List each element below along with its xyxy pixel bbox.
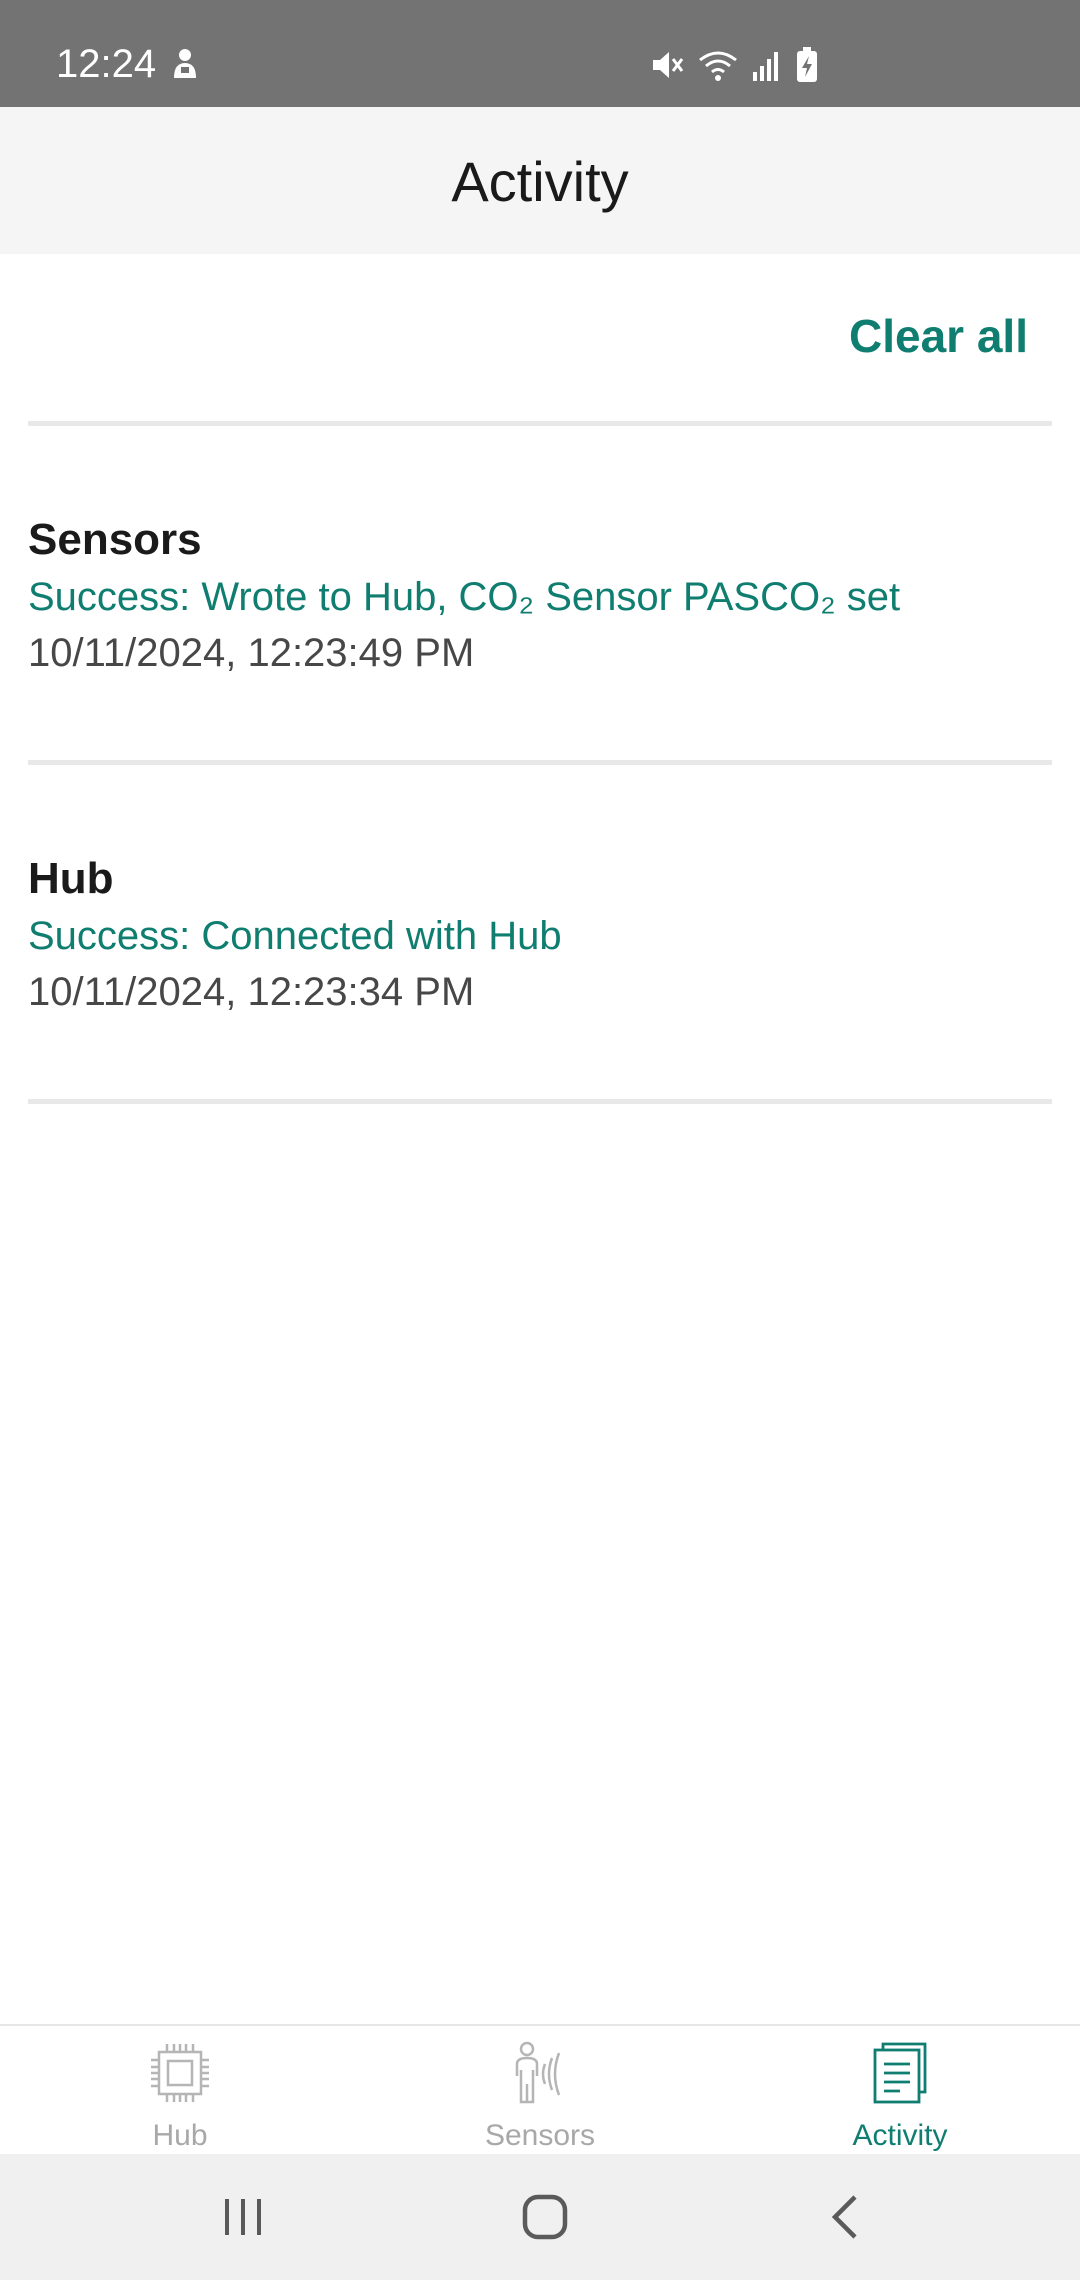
- activity-entry-timestamp: 10/11/2024, 12:23:49 PM: [28, 631, 475, 675]
- chip-icon: [151, 2044, 209, 2102]
- divider: [28, 421, 1052, 426]
- status-bar: 12:24: [0, 0, 1080, 107]
- bottom-nav: Hub Sensors Activity: [0, 2024, 1080, 2156]
- screen: 12:24 Activity Clear all Sensors Success…: [0, 0, 1080, 2280]
- divider: [28, 760, 1052, 765]
- page-title: Activity: [451, 150, 629, 213]
- recents-icon[interactable]: [208, 2182, 278, 2252]
- system-nav-bar: [0, 2154, 1080, 2280]
- clear-all-button[interactable]: Clear all: [849, 308, 1028, 364]
- activity-entry-title: Hub: [28, 854, 114, 903]
- status-time: 12:24: [56, 42, 157, 86]
- activity-entry: Hub Success: Connected with Hub 10/11/20…: [28, 853, 1052, 1017]
- mute-icon: [653, 52, 684, 78]
- status-icons: [650, 46, 818, 84]
- nav-label-sensors: Sensors: [484, 2119, 596, 2152]
- nav-item-activity[interactable]: Activity: [720, 2026, 1080, 2156]
- nav-item-sensors[interactable]: Sensors: [360, 2026, 720, 2156]
- activity-entry-title: Sensors: [28, 515, 202, 564]
- wifi-icon: [699, 51, 737, 81]
- activity-entry: Sensors Success: Wrote to Hub, CO₂ Senso…: [28, 514, 1052, 678]
- activity-entry-timestamp: 10/11/2024, 12:23:34 PM: [28, 970, 475, 1014]
- person-icon: [174, 49, 196, 78]
- activity-entry-message: Success: Wrote to Hub, CO₂ Sensor PASCO₂…: [28, 575, 901, 619]
- battery-charging-icon: [797, 47, 817, 82]
- sensor-person-icon: [515, 2041, 561, 2104]
- nav-item-hub[interactable]: Hub: [0, 2026, 360, 2156]
- divider: [28, 1099, 1052, 1104]
- nav-label-hub: Hub: [152, 2119, 208, 2152]
- activity-entry-message: Success: Connected with Hub: [28, 914, 562, 958]
- back-icon[interactable]: [812, 2182, 882, 2252]
- signal-icon: [753, 52, 778, 81]
- document-list-icon: [873, 2042, 927, 2104]
- app-header: Activity: [0, 107, 1080, 254]
- nav-label-activity: Activity: [852, 2119, 948, 2152]
- home-icon[interactable]: [510, 2182, 580, 2252]
